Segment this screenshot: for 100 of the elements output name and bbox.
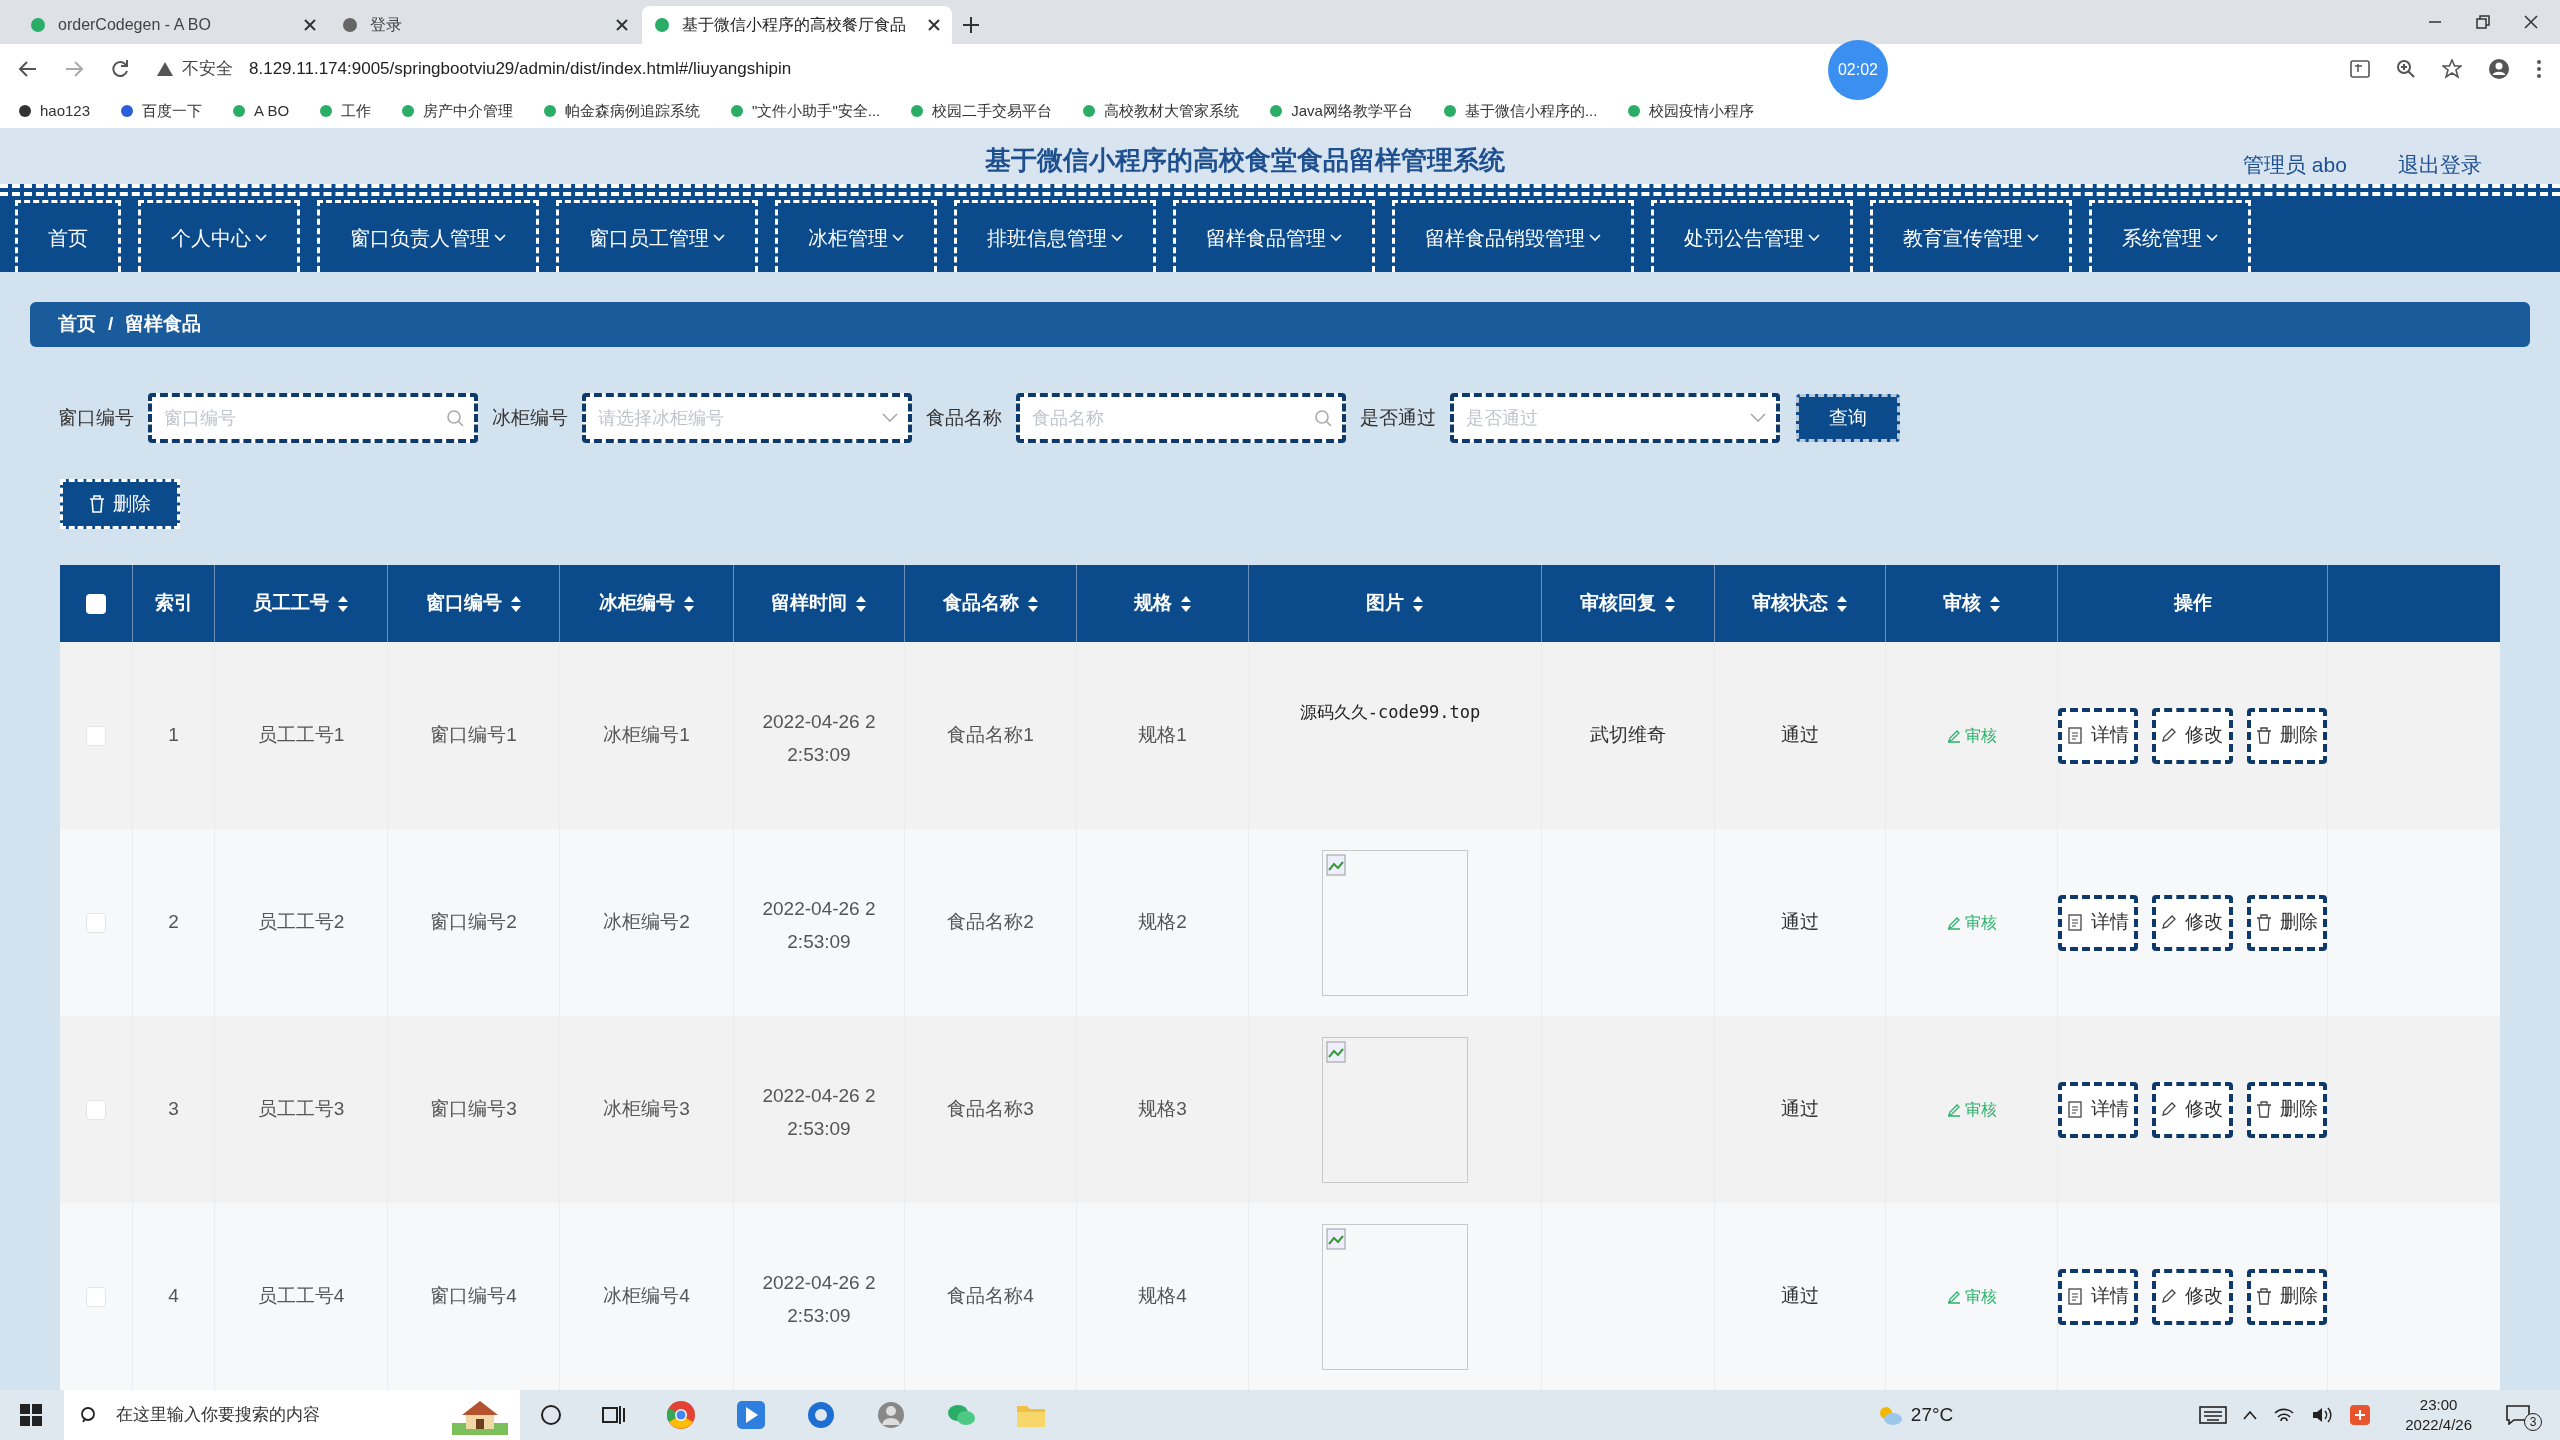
message-icon[interactable] xyxy=(2506,1405,2530,1425)
edit-button[interactable]: 修改 xyxy=(2152,1081,2233,1138)
sort-icon[interactable] xyxy=(1836,594,1848,613)
delete-button[interactable]: 删除 xyxy=(60,479,180,529)
cortana-icon[interactable] xyxy=(540,1404,562,1426)
account-icon[interactable] xyxy=(2488,58,2510,80)
logout-link[interactable]: 退出登录 xyxy=(2398,148,2482,180)
close-icon[interactable] xyxy=(928,19,940,31)
taskbar-search-field[interactable]: 在这里输入你要搜索的内容 xyxy=(64,1390,520,1440)
breadcrumb-item[interactable]: 首页 xyxy=(58,310,96,339)
browser-icon[interactable] xyxy=(806,1400,836,1430)
pencil-icon xyxy=(1946,915,1961,930)
volume-icon[interactable] xyxy=(2311,1405,2334,1425)
chrome-icon[interactable] xyxy=(666,1400,696,1430)
table-cell-text: 通过 xyxy=(1781,910,1819,935)
document-icon xyxy=(2067,727,2084,744)
edit-button[interactable]: 修改 xyxy=(2152,894,2233,951)
sort-icon[interactable] xyxy=(682,594,695,613)
reload-icon[interactable] xyxy=(110,59,130,79)
menu-icon[interactable] xyxy=(2536,59,2542,79)
avatar-icon[interactable] xyxy=(876,1400,906,1430)
edit-button[interactable]: 修改 xyxy=(2152,707,2233,764)
filter-label: 食品名称 xyxy=(926,406,1002,431)
nav-tab[interactable]: 窗口员工管理 xyxy=(556,200,758,272)
new-tab-icon[interactable] xyxy=(962,16,980,34)
row-checkbox[interactable] xyxy=(86,912,106,933)
query-button[interactable]: 查询 xyxy=(1796,394,1900,443)
input-method-icon[interactable] xyxy=(2349,1404,2372,1426)
windows-icon[interactable] xyxy=(20,1404,42,1426)
bookmark[interactable]: 帕金森病例追踪系统 xyxy=(543,99,701,123)
keyboard-icon[interactable] xyxy=(2199,1405,2228,1425)
sort-icon[interactable] xyxy=(1179,594,1192,613)
close-icon[interactable] xyxy=(304,19,316,31)
delete-button[interactable]: 删除 xyxy=(2246,1268,2327,1325)
image-alt-text: 源码久久-code99.top xyxy=(1299,701,1481,724)
weather-widget[interactable]: 27°C xyxy=(1876,1400,1954,1430)
bookmark[interactable]: 百度一下 xyxy=(120,99,203,123)
bookmark[interactable]: 工作 xyxy=(319,99,372,123)
close-icon[interactable] xyxy=(2524,15,2538,29)
row-checkbox[interactable] xyxy=(86,1286,106,1307)
nav-tab[interactable]: 冰柜管理 xyxy=(775,200,937,272)
play-icon[interactable] xyxy=(736,1400,766,1430)
sort-icon[interactable] xyxy=(337,594,349,613)
pencil-icon xyxy=(1946,1289,1961,1304)
sort-icon[interactable] xyxy=(1026,594,1039,613)
clock[interactable]: 23:00 2022/4/26 xyxy=(2405,1395,2472,1435)
search-field[interactable]: 窗口编号 xyxy=(148,393,478,444)
bookmark[interactable]: 校园二手交易平台 xyxy=(910,99,1053,123)
bookmark[interactable]: 高校教材大管家系统 xyxy=(1082,99,1240,123)
bookmark[interactable]: 基于微信小程序的... xyxy=(1442,99,1598,123)
edit-button[interactable]: 修改 xyxy=(2152,1268,2233,1325)
sort-icon[interactable] xyxy=(1412,594,1424,613)
chevron-up-icon[interactable] xyxy=(2243,1410,2258,1420)
nav-tab[interactable]: 首页 xyxy=(15,200,121,272)
nav-tab[interactable]: 排班信息管理 xyxy=(954,200,1156,272)
table-cell-text: 规格3 xyxy=(1138,1097,1187,1122)
table-cell-text: 3 xyxy=(168,1097,179,1122)
delete-button[interactable]: 删除 xyxy=(2246,1081,2327,1138)
address-bar[interactable]: 不安全 8.129.11.174:9005/springbootviu29/admin/dist/index.html#/liuyangshipin xyxy=(156,51,1156,87)
select-field[interactable]: 请选择冰柜编号 xyxy=(582,393,912,444)
select-all-checkbox[interactable] xyxy=(86,593,106,614)
translate-icon[interactable] xyxy=(2350,59,2370,79)
nav-tab[interactable]: 系统管理 xyxy=(2089,200,2251,272)
bookmark[interactable]: A BO xyxy=(232,99,290,123)
details-button[interactable]: 详情 xyxy=(2058,1081,2139,1138)
details-button[interactable]: 详情 xyxy=(2058,707,2139,764)
delete-button[interactable]: 删除 xyxy=(2246,894,2327,951)
sort-icon[interactable] xyxy=(855,594,867,613)
browser-tab[interactable]: 基于微信小程序的高校餐厅食品 xyxy=(642,6,952,44)
table-cell-text: 冰柜编号4 xyxy=(603,1284,690,1309)
nav-tab[interactable]: 个人中心 xyxy=(138,200,300,272)
star-icon[interactable] xyxy=(2442,59,2462,79)
sort-icon[interactable] xyxy=(1988,594,2001,613)
nav-tab[interactable]: 处罚公告管理 xyxy=(1651,200,1853,272)
bookmark[interactable]: 校园疫情小程序 xyxy=(1627,99,1755,123)
task-view-icon[interactable] xyxy=(602,1404,626,1426)
zoom-icon[interactable] xyxy=(2396,59,2416,79)
nav-tab[interactable]: 留样食品销毁管理 xyxy=(1392,200,1634,272)
nav-tab[interactable]: 教育宣传管理 xyxy=(1870,200,2072,272)
bookmark[interactable]: hao123 xyxy=(18,99,91,123)
back-icon[interactable] xyxy=(18,59,38,79)
bookmark[interactable]: Java网络教学平台 xyxy=(1269,99,1413,123)
select-field[interactable]: 是否通过 xyxy=(1450,393,1780,444)
row-checkbox[interactable] xyxy=(86,725,106,746)
delete-button[interactable]: 删除 xyxy=(2246,707,2327,764)
sort-icon[interactable] xyxy=(509,594,522,613)
nav-tab[interactable]: 窗口负责人管理 xyxy=(317,200,539,272)
sort-icon[interactable] xyxy=(1664,594,1676,613)
pencil-icon xyxy=(2161,1101,2178,1118)
bookmark[interactable]: 房产中介管理 xyxy=(401,99,514,123)
breadcrumb-item[interactable]: 留样食品 xyxy=(125,310,202,339)
details-button[interactable]: 详情 xyxy=(2058,894,2139,951)
search-field[interactable]: 食品名称 xyxy=(1016,393,1346,444)
details-button[interactable]: 详情 xyxy=(2058,1268,2139,1325)
restore-icon[interactable] xyxy=(2476,15,2490,29)
nav-tab[interactable]: 留样食品管理 xyxy=(1173,200,1375,272)
chevron-down-icon xyxy=(1111,233,1123,242)
bookmark[interactable]: "文件小助手"安全... xyxy=(730,99,881,123)
row-checkbox[interactable] xyxy=(86,1099,106,1120)
close-icon[interactable] xyxy=(616,19,628,31)
